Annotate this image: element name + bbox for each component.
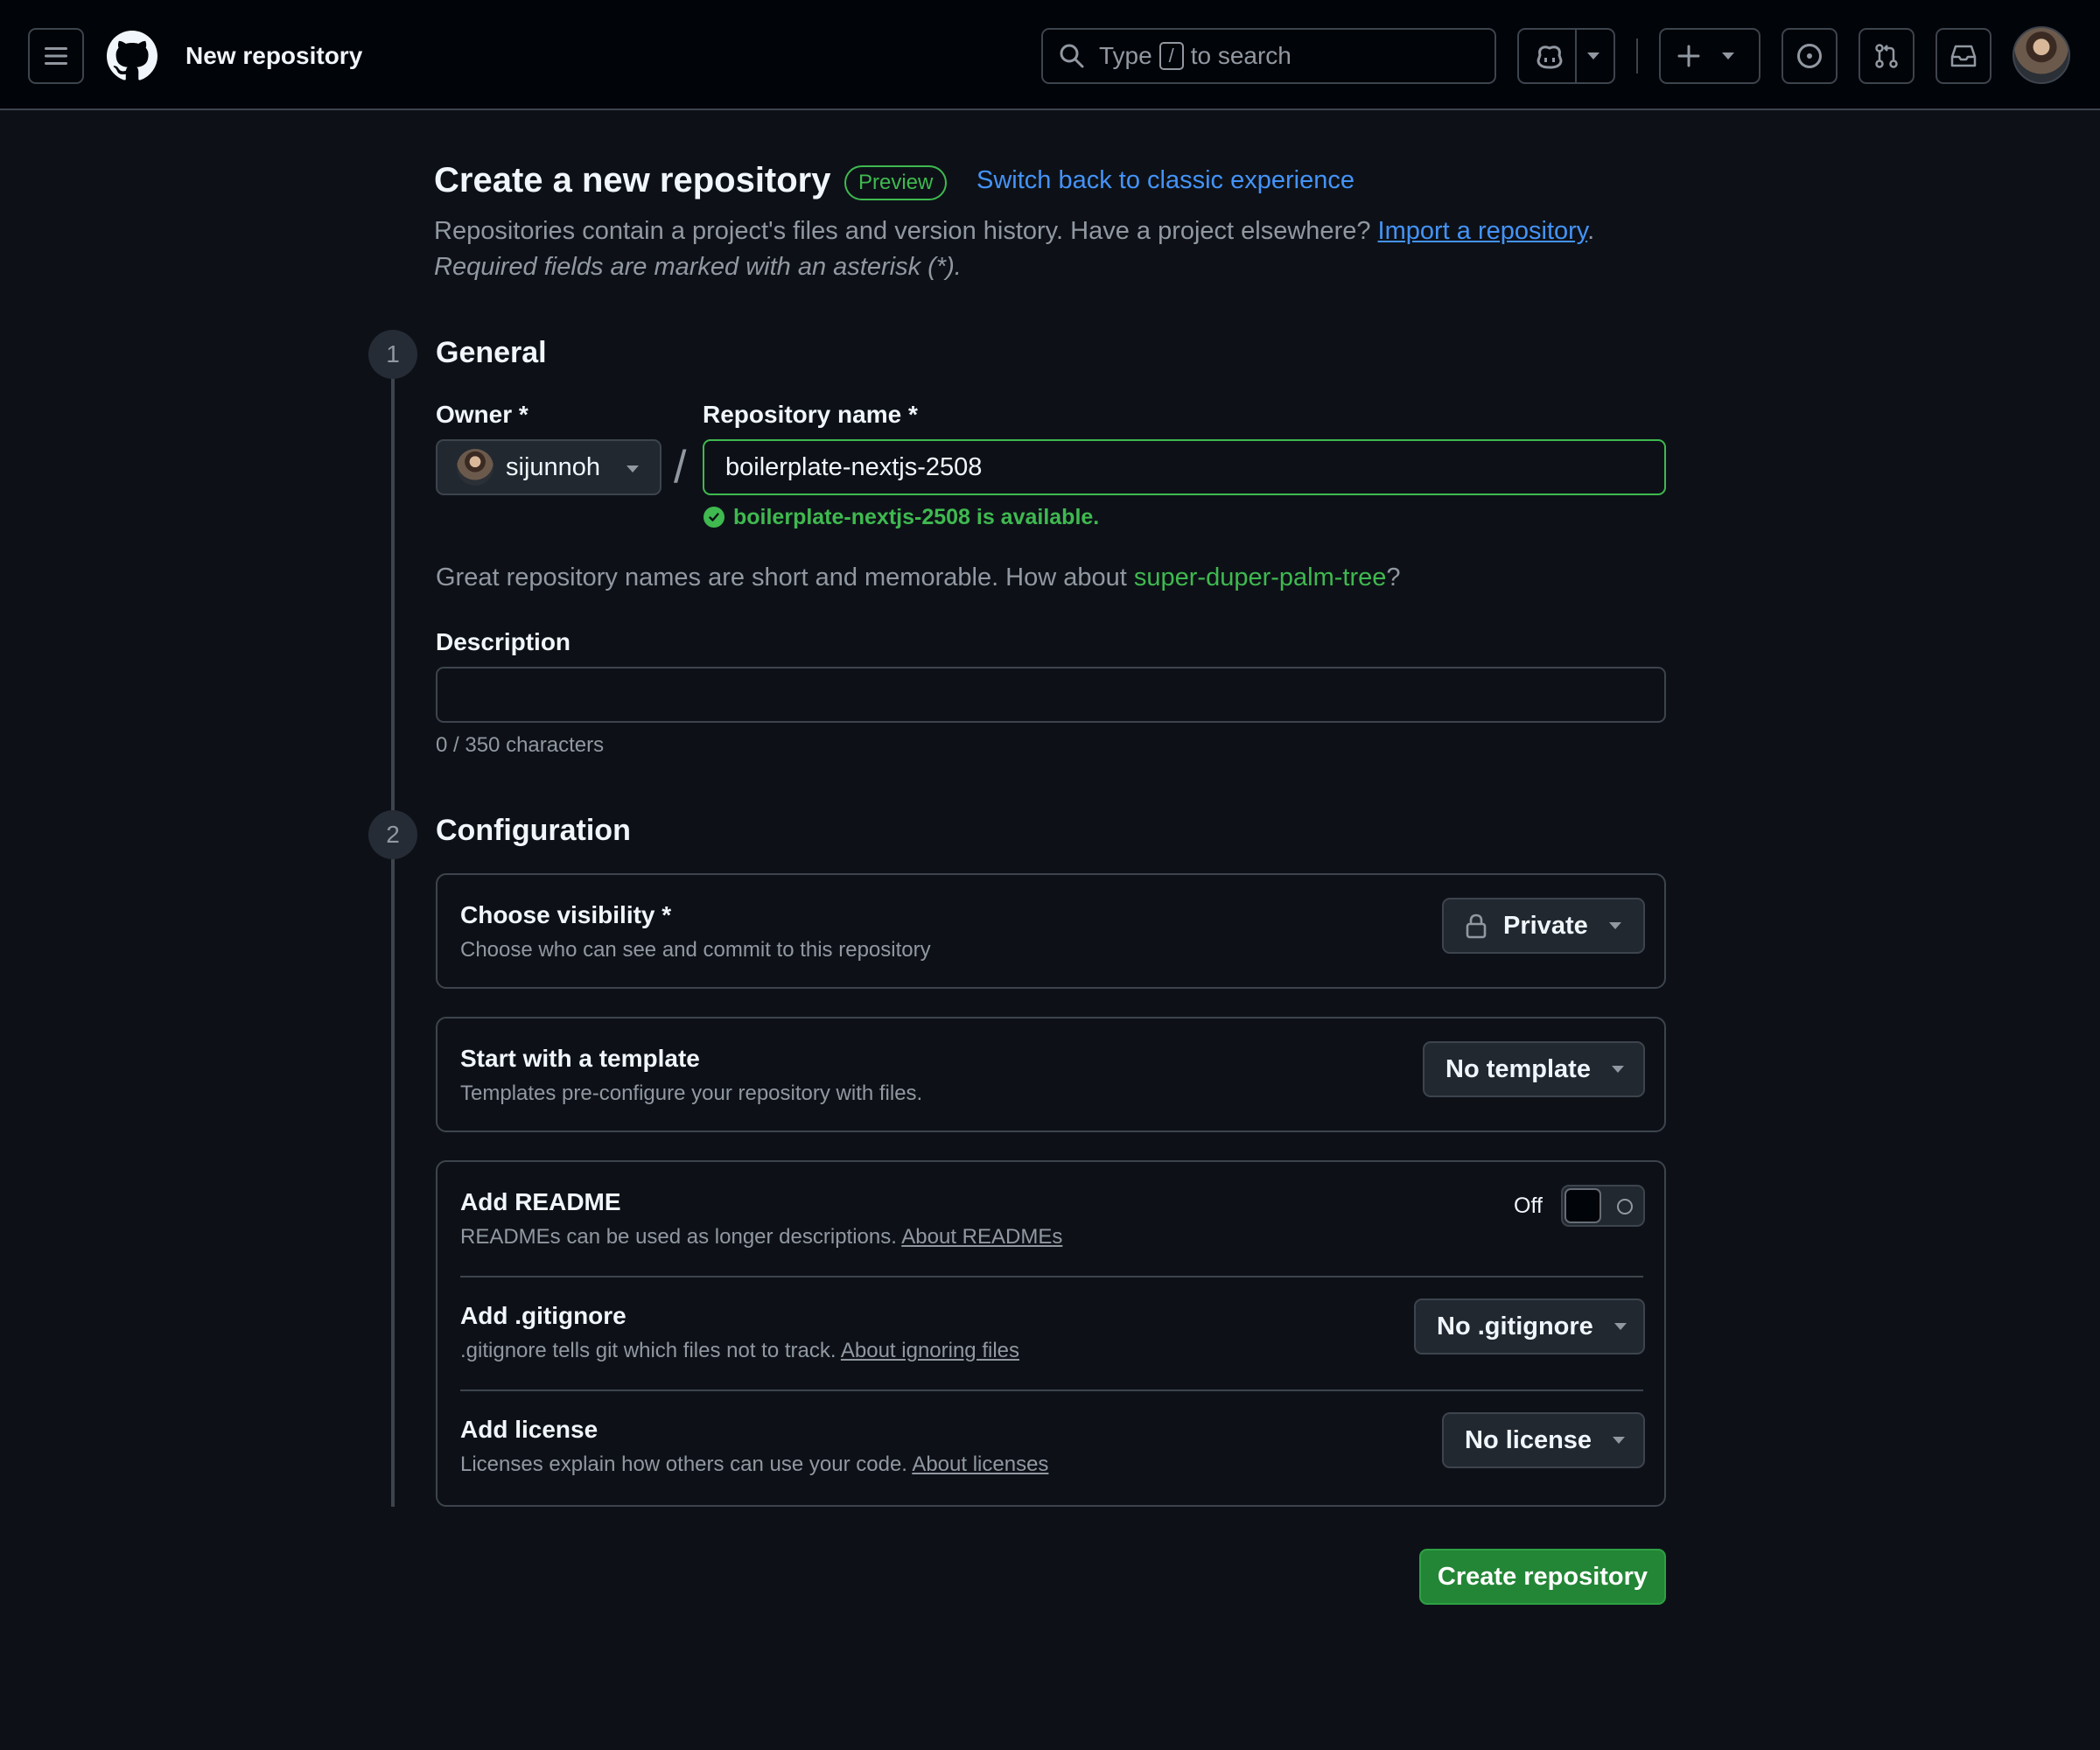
inbox-icon — [1950, 45, 1977, 67]
lock-icon — [1466, 914, 1487, 939]
owner-avatar — [457, 449, 494, 486]
license-title: Add license — [460, 1416, 598, 1443]
check-circle-icon — [704, 507, 724, 528]
issues-button[interactable] — [1782, 28, 1838, 84]
intro-text: Repositories contain a project's files a… — [434, 214, 1594, 248]
readme-desc-text: READMEs can be used as longer descriptio… — [460, 1225, 897, 1249]
header-divider — [1636, 38, 1638, 74]
readme-description: READMEs can be used as longer descriptio… — [460, 1225, 1062, 1250]
toggle-off-icon — [1617, 1199, 1633, 1214]
repository-name-input[interactable] — [703, 439, 1666, 495]
suggestion-prefix: Great repository names are short and mem… — [436, 564, 1127, 592]
owner-name: sijunnoh — [506, 452, 601, 481]
about-readmes-link[interactable]: About READMEs — [901, 1225, 1062, 1249]
search-shortcut-key: / — [1158, 42, 1184, 70]
suggestion-suffix: ? — [1386, 564, 1401, 592]
row-divider — [460, 1276, 1643, 1278]
copilot-icon — [1536, 46, 1563, 69]
menu-button[interactable] — [28, 28, 84, 84]
github-logo-icon[interactable] — [107, 31, 158, 86]
template-value: No template — [1446, 1054, 1591, 1083]
user-avatar[interactable] — [2012, 26, 2070, 84]
copilot-button[interactable] — [1517, 28, 1615, 84]
create-new-button[interactable] — [1659, 28, 1760, 84]
row-divider — [460, 1390, 1643, 1391]
pull-requests-button[interactable] — [1858, 28, 1914, 84]
chevron-down-icon — [626, 466, 639, 472]
gitignore-dropdown[interactable]: No .gitignore — [1414, 1298, 1645, 1354]
description-input[interactable] — [436, 667, 1666, 723]
step-timeline-line — [391, 368, 395, 1507]
chevron-down-icon — [1608, 922, 1621, 929]
issue-opened-icon — [1797, 44, 1822, 68]
visibility-dropdown[interactable]: Private — [1442, 898, 1645, 954]
configuration-section-title: Configuration — [436, 814, 631, 847]
chevron-down-icon — [1722, 52, 1734, 60]
global-header: New repository Type / to search — [0, 0, 2100, 110]
readme-toggle[interactable] — [1561, 1185, 1645, 1227]
license-description: Licenses explain how others can use your… — [460, 1452, 1048, 1477]
owner-repo-separator: / — [674, 442, 687, 493]
availability-message: boilerplate-nextjs-2508 is available. — [704, 502, 1099, 532]
gitignore-value: No .gitignore — [1437, 1312, 1593, 1340]
suggested-name-link[interactable]: super-duper-palm-tree — [1134, 564, 1387, 592]
switch-classic-link[interactable]: Switch back to classic experience — [976, 166, 1354, 195]
chevron-down-icon — [1614, 1323, 1627, 1330]
preview-badge: Preview — [844, 165, 948, 200]
chevron-down-icon[interactable] — [1587, 52, 1600, 60]
step-1-circle: 1 — [368, 330, 417, 379]
chevron-down-icon — [1613, 1437, 1626, 1444]
about-ignoring-files-link[interactable]: About ignoring files — [841, 1339, 1019, 1362]
license-dropdown[interactable]: No license — [1442, 1412, 1645, 1468]
visibility-description: Choose who can see and commit to this re… — [460, 938, 931, 962]
toggle-knob — [1564, 1188, 1601, 1223]
description-char-count: 0 / 350 characters — [436, 733, 605, 757]
git-pull-request-icon — [1875, 44, 1898, 68]
search-input[interactable]: Type / to search — [1041, 28, 1496, 84]
template-card: Start with a template Templates pre-conf… — [436, 1017, 1666, 1132]
search-icon — [1060, 44, 1084, 68]
gitignore-description: .gitignore tells git which files not to … — [460, 1339, 1019, 1363]
description-label: Description — [436, 628, 571, 655]
hamburger-icon — [45, 47, 67, 65]
repo-name-label: Repository name * — [703, 401, 918, 428]
files-card: Add README READMEs can be used as longer… — [436, 1160, 1666, 1507]
license-value: No license — [1465, 1425, 1592, 1454]
owner-label: Owner * — [436, 401, 528, 428]
gitignore-title: Add .gitignore — [460, 1302, 626, 1329]
license-desc-text: Licenses explain how others can use your… — [460, 1452, 907, 1476]
step-2-circle: 2 — [368, 810, 417, 859]
readme-title: Add README — [460, 1188, 621, 1215]
about-licenses-link[interactable]: About licenses — [912, 1452, 1048, 1476]
owner-dropdown[interactable]: sijunnoh — [436, 439, 662, 495]
required-fields-note: Required fields are marked with an aster… — [434, 253, 962, 281]
create-repository-button[interactable]: Create repository — [1419, 1549, 1666, 1605]
header-title[interactable]: New repository — [186, 38, 362, 74]
template-dropdown[interactable]: No template — [1423, 1041, 1645, 1097]
chevron-down-icon — [1611, 1066, 1624, 1073]
general-section-title: General — [436, 336, 547, 369]
copilot-split-divider — [1575, 30, 1577, 82]
inbox-button[interactable] — [1936, 28, 1992, 84]
availability-text: boilerplate-nextjs-2508 is available. — [733, 505, 1100, 529]
page-title: Create a new repository — [434, 161, 831, 200]
search-suffix: to search — [1190, 42, 1292, 69]
template-description: Templates pre-configure your repository … — [460, 1082, 923, 1105]
intro-sentence: Repositories contain a project's files a… — [434, 217, 1371, 245]
import-repository-link[interactable]: Import a repository — [1378, 217, 1588, 245]
template-title: Start with a template — [460, 1045, 700, 1072]
intro-end: . — [1587, 217, 1595, 245]
name-suggestion: Great repository names are short and mem… — [436, 560, 1401, 595]
visibility-value: Private — [1503, 911, 1588, 940]
gitignore-desc-text: .gitignore tells git which files not to … — [460, 1339, 836, 1362]
visibility-title: Choose visibility * — [460, 901, 672, 928]
search-prefix: Type — [1099, 42, 1152, 69]
visibility-card: Choose visibility * Choose who can see a… — [436, 873, 1666, 989]
readme-toggle-label: Off — [1514, 1194, 1543, 1218]
plus-icon — [1677, 45, 1700, 67]
